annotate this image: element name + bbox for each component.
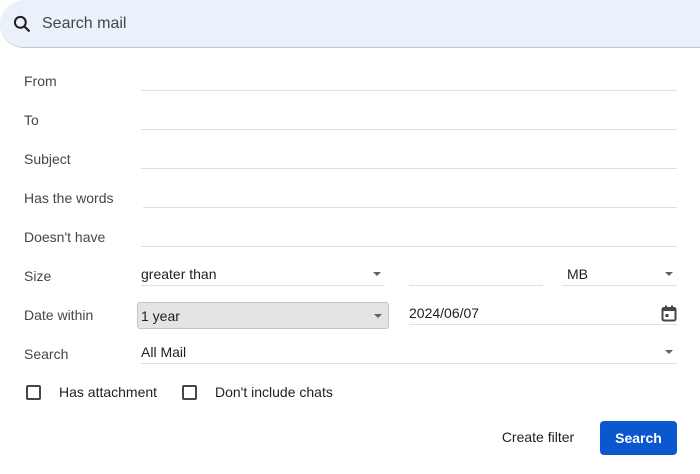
from-input[interactable] — [141, 69, 677, 91]
no-chats-checkbox[interactable] — [182, 385, 197, 400]
size-unit-value: MB — [567, 266, 588, 282]
chevron-down-icon — [374, 314, 382, 318]
search-bar[interactable]: Search mail — [0, 0, 700, 48]
calendar-icon[interactable] — [661, 305, 677, 322]
chevron-down-icon — [665, 272, 673, 276]
chevron-down-icon — [373, 272, 381, 276]
has-words-input[interactable] — [143, 186, 677, 208]
date-input[interactable]: 2024/06/07 — [409, 303, 677, 325]
doesnt-have-label: Doesn't have — [24, 229, 106, 245]
has-attachment-label[interactable]: Has attachment — [59, 384, 157, 400]
size-operator-select[interactable]: greater than — [141, 264, 385, 286]
chevron-down-icon — [665, 350, 673, 354]
date-within-label: Date within — [24, 307, 94, 323]
search-in-label: Search — [24, 346, 69, 362]
subject-input[interactable] — [141, 147, 677, 169]
date-range-value: 1 year — [141, 308, 180, 324]
size-unit-select[interactable]: MB — [562, 264, 677, 286]
create-filter-button[interactable]: Create filter — [488, 421, 588, 454]
size-label: Size — [24, 268, 52, 284]
to-label: To — [24, 112, 39, 128]
to-input[interactable] — [141, 108, 677, 130]
doesnt-have-input[interactable] — [141, 225, 677, 247]
search-button[interactable]: Search — [600, 421, 677, 455]
search-icon — [13, 15, 31, 33]
no-chats-label[interactable]: Don't include chats — [215, 384, 333, 400]
size-value-input[interactable] — [409, 264, 543, 286]
search-in-value: All Mail — [141, 344, 187, 360]
from-label: From — [24, 73, 57, 89]
has-words-label: Has the words — [24, 190, 114, 206]
has-attachment-checkbox[interactable] — [26, 385, 41, 400]
search-placeholder: Search mail — [42, 15, 127, 32]
size-operator-value: greater than — [141, 266, 217, 282]
date-value: 2024/06/07 — [409, 305, 480, 321]
search-in-select[interactable]: All Mail — [141, 342, 677, 364]
date-range-select[interactable]: 1 year — [137, 302, 389, 329]
subject-label: Subject — [24, 151, 71, 167]
